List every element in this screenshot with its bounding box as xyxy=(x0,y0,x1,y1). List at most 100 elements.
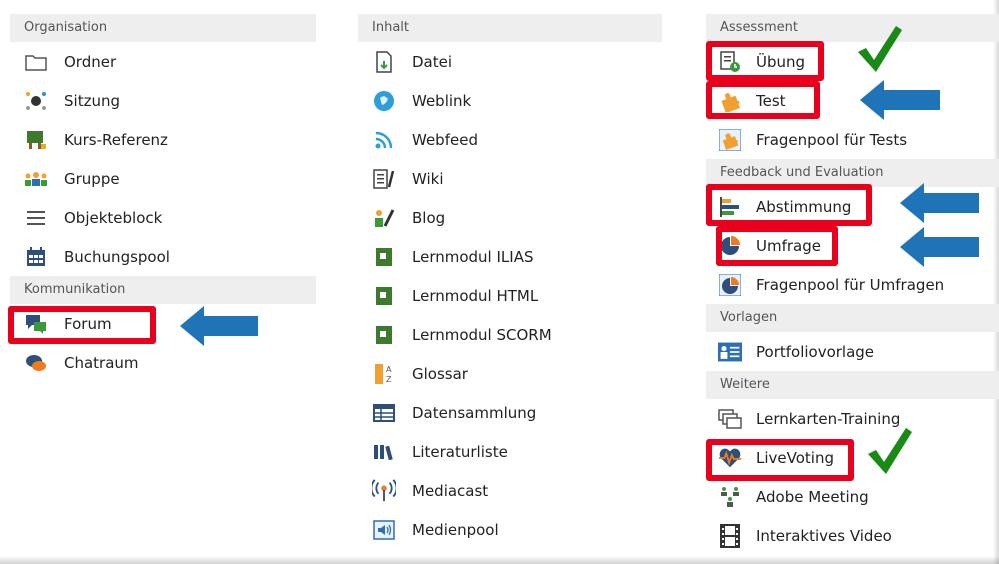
portfolio-icon xyxy=(718,340,742,364)
arrow-umfrage xyxy=(900,227,979,267)
arrow-abstimmung xyxy=(900,183,979,223)
item-livevoting[interactable]: LiveVoting xyxy=(706,438,999,477)
item-lernmodul-html[interactable]: Lernmodul HTML xyxy=(358,276,662,315)
item-portfoliovorlage[interactable]: Portfoliovorlage xyxy=(706,332,999,371)
item-label: LiveVoting xyxy=(756,448,834,467)
item-mediacast[interactable]: Mediacast xyxy=(358,471,662,510)
item-fragenpool-tests[interactable]: Fragenpool für Tests xyxy=(706,120,999,159)
item-label: Lernmodul ILIAS xyxy=(412,247,534,266)
item-label: Medienpool xyxy=(412,520,499,539)
item-label: Literaturliste xyxy=(412,442,508,461)
item-fragenpool-umfragen[interactable]: Fragenpool für Umfragen xyxy=(706,265,999,304)
file-icon xyxy=(372,50,396,74)
item-kurs-referenz[interactable]: Kurs-Referenz xyxy=(10,120,316,159)
item-label: Glossar xyxy=(412,364,468,383)
item-objekteblock[interactable]: Objekteblock xyxy=(10,198,316,237)
item-sitzung[interactable]: Sitzung xyxy=(10,81,316,120)
item-label: Sitzung xyxy=(64,91,120,110)
poll-icon xyxy=(718,195,742,219)
column-inhalt: Inhalt Datei Weblink Webfeed Wiki Blog L xyxy=(358,14,662,549)
item-label: Chatraum xyxy=(64,353,139,372)
item-label: Test xyxy=(756,91,786,110)
books-icon xyxy=(372,440,396,464)
item-buchungspool[interactable]: Buchungspool xyxy=(10,237,316,276)
livevoting-icon xyxy=(718,446,742,470)
item-weblink[interactable]: Weblink xyxy=(358,81,662,120)
chat-icon xyxy=(24,351,48,375)
puzzle-icon xyxy=(718,89,742,113)
item-label: Portfoliovorlage xyxy=(756,342,875,361)
checkmark-uebung xyxy=(858,26,902,72)
learning-module-icon xyxy=(372,284,396,308)
item-label: Abstimmung xyxy=(756,197,852,216)
item-label: Weblink xyxy=(412,91,472,110)
item-label: Webfeed xyxy=(412,130,478,149)
group-icon xyxy=(24,167,48,191)
item-label: Blog xyxy=(412,208,446,227)
item-literaturliste[interactable]: Literaturliste xyxy=(358,432,662,471)
item-lernmodul-scorm[interactable]: Lernmodul SCORM xyxy=(358,315,662,354)
speaker-icon xyxy=(372,518,396,542)
section-header-kommunikation: Kommunikation xyxy=(10,276,316,304)
column-organisation: Organisation Ordner Sitzung Kurs-Referen… xyxy=(10,14,316,382)
forum-icon xyxy=(24,312,48,336)
wiki-icon xyxy=(372,167,396,191)
item-label: Übung xyxy=(756,52,806,71)
section-header-assessment: Assessment xyxy=(706,14,999,42)
item-medienpool[interactable]: Medienpool xyxy=(358,510,662,549)
item-label: Wiki xyxy=(412,169,444,188)
broadcast-icon xyxy=(372,478,396,503)
item-forum[interactable]: Forum xyxy=(10,304,316,343)
item-wiki[interactable]: Wiki xyxy=(358,159,662,198)
checkmark-livevoting xyxy=(868,428,912,474)
course-reference-icon xyxy=(24,128,48,152)
calendar-icon xyxy=(24,245,48,269)
item-chatraum[interactable]: Chatraum xyxy=(10,343,316,382)
table-icon xyxy=(372,401,396,425)
meeting-icon xyxy=(718,485,742,509)
blog-icon xyxy=(372,206,396,230)
puzzle-icon xyxy=(718,128,742,152)
section-header-weitere: Weitere xyxy=(706,371,999,399)
learning-module-icon xyxy=(372,323,396,347)
section-header-vorlagen: Vorlagen xyxy=(706,304,999,332)
item-datensammlung[interactable]: Datensammlung xyxy=(358,393,662,432)
item-label: Datensammlung xyxy=(412,403,537,422)
item-label: Kurs-Referenz xyxy=(64,130,168,149)
item-blog[interactable]: Blog xyxy=(358,198,662,237)
section-header-organisation: Organisation xyxy=(10,14,316,42)
item-ordner[interactable]: Ordner xyxy=(10,42,316,81)
item-label: Lernmodul HTML xyxy=(412,286,539,305)
arrow-forum xyxy=(180,306,258,346)
item-datei[interactable]: Datei xyxy=(358,42,662,81)
item-label: Mediacast xyxy=(412,481,489,500)
item-lernkarten[interactable]: Lernkarten-Training xyxy=(706,399,999,438)
item-test[interactable]: Test xyxy=(706,81,999,120)
item-label: Lernmodul SCORM xyxy=(412,325,552,344)
weblink-icon xyxy=(372,89,396,113)
item-adobe-meeting[interactable]: Adobe Meeting xyxy=(706,477,999,516)
item-label: Lernkarten-Training xyxy=(756,409,901,428)
item-glossar[interactable]: AZ Glossar xyxy=(358,354,662,393)
survey-icon xyxy=(718,273,742,297)
item-label: Fragenpool für Umfragen xyxy=(756,275,945,294)
item-label: Adobe Meeting xyxy=(756,487,869,506)
exercise-icon xyxy=(718,50,742,74)
item-lernmodul-ilias[interactable]: Lernmodul ILIAS xyxy=(358,237,662,276)
item-label: Fragenpool für Tests xyxy=(756,130,908,149)
item-label: Forum xyxy=(64,314,112,333)
item-label: Umfrage xyxy=(756,236,821,255)
item-webfeed[interactable]: Webfeed xyxy=(358,120,662,159)
item-gruppe[interactable]: Gruppe xyxy=(10,159,316,198)
film-icon xyxy=(718,523,742,548)
item-uebung[interactable]: Übung xyxy=(706,42,999,81)
item-label: Gruppe xyxy=(64,169,120,188)
svg-text:A: A xyxy=(386,365,392,374)
item-label: Datei xyxy=(412,52,453,71)
item-label: Interaktives Video xyxy=(756,526,892,545)
session-icon xyxy=(24,89,48,113)
glossary-icon: AZ xyxy=(372,362,396,386)
bottom-shadow xyxy=(0,556,999,564)
item-interaktives-video[interactable]: Interaktives Video xyxy=(706,516,999,555)
item-label: Buchungspool xyxy=(64,247,170,266)
